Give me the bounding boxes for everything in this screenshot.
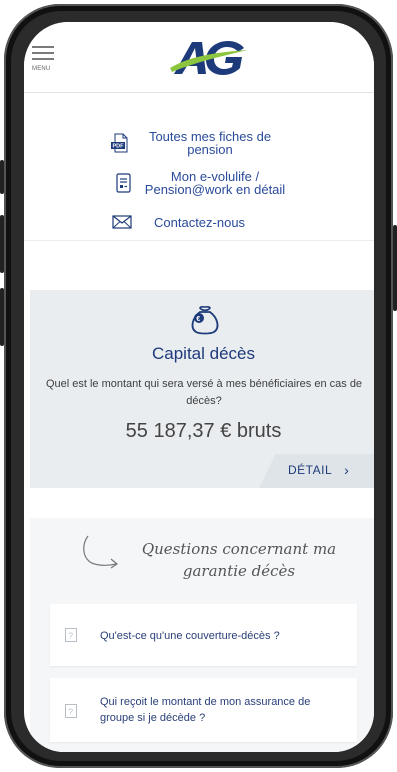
envelope-icon bbox=[112, 215, 132, 229]
link-evolulife-label: Mon e-volulife / Pension@work en détail bbox=[144, 169, 286, 197]
capital-title: Capital décès bbox=[151, 344, 255, 363]
faq-title: Questions concernant ma garantie décès bbox=[141, 540, 337, 580]
capital-question: Quel est le montant qui sera versé à mes… bbox=[45, 378, 363, 407]
faq-item-label: Qu'est-ce qu'une couverture-décès ? bbox=[100, 630, 280, 642]
svg-text:?: ? bbox=[69, 708, 74, 717]
detail-label: DÉTAIL bbox=[288, 463, 333, 477]
faq-item-label: Qui reçoit le montant de mon assurance d… bbox=[100, 696, 311, 724]
divider bbox=[24, 240, 374, 241]
screen: MENU PDF Toutes mes fiches de pension Mo… bbox=[24, 22, 374, 752]
link-pension-sheets[interactable]: PDF Toutes mes fiches de pension bbox=[110, 130, 278, 156]
app-header: MENU bbox=[24, 22, 374, 93]
svg-text:€: € bbox=[196, 316, 200, 323]
power-button bbox=[393, 225, 397, 311]
hamburger-icon bbox=[32, 46, 54, 48]
capital-deces-card: € Capital décès Quel est le montant qui … bbox=[30, 290, 374, 488]
menu-label: MENU bbox=[32, 66, 51, 72]
faq-section: Questions concernant ma garantie décès ?… bbox=[30, 518, 374, 752]
svg-text:?: ? bbox=[69, 632, 74, 641]
question-doc-icon: ? bbox=[65, 628, 77, 642]
pdf-icon: PDF bbox=[111, 133, 128, 153]
menu-button[interactable]: MENU bbox=[32, 46, 60, 72]
faq-item[interactable]: ? Qui reçoit le montant de mon assurance… bbox=[50, 678, 357, 742]
chevron-right-icon: › bbox=[344, 462, 350, 478]
link-contact-label: Contactez-nous bbox=[154, 214, 246, 230]
ag-logo[interactable] bbox=[170, 38, 248, 76]
link-contact[interactable]: Contactez-nous bbox=[112, 212, 245, 232]
money-bag-icon: € bbox=[191, 305, 219, 335]
document-icon bbox=[116, 173, 131, 193]
detail-button[interactable]: DÉTAIL › bbox=[288, 462, 349, 478]
question-doc-icon: ? bbox=[65, 704, 77, 718]
faq-item[interactable]: ? Qu'est-ce qu'une couverture-décès ? bbox=[50, 604, 357, 666]
hamburger-icon-bar bbox=[32, 58, 54, 60]
capital-amount: 55 187,37 € bruts bbox=[125, 420, 282, 442]
link-pension-sheets-label: Toutes mes fiches de pension bbox=[148, 129, 272, 157]
svg-text:PDF: PDF bbox=[113, 144, 125, 150]
hamburger-icon-bar bbox=[32, 52, 54, 54]
link-evolulife-detail[interactable]: Mon e-volulife / Pension@work en détail bbox=[114, 170, 288, 196]
